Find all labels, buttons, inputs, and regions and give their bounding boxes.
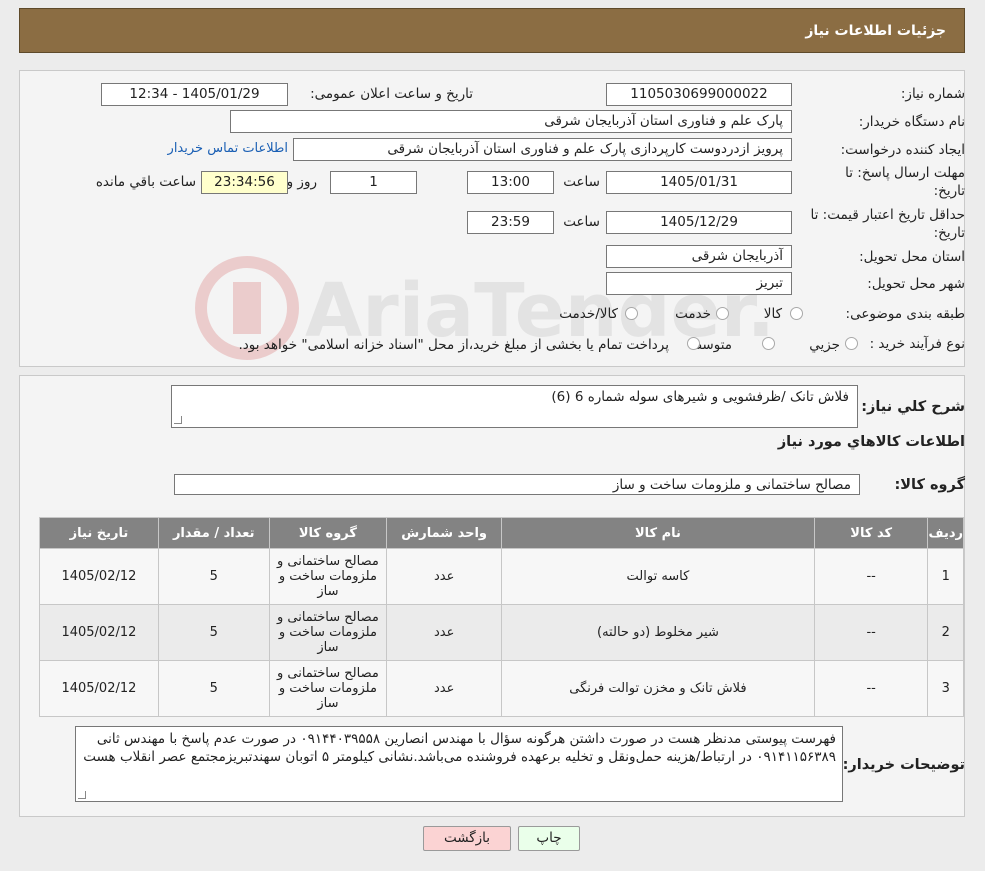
validity-date-field: 1405/12/29 <box>606 211 792 234</box>
cell-item-name: شیر مخلوط (دو حالته) <box>501 604 815 661</box>
buyer-org-field: پارک علم و فناوری استان آذربایجان شرقی <box>230 110 792 133</box>
province-label: استان محل تحویل: <box>859 249 965 265</box>
col-header-need-date: تاریخ نیاز <box>39 517 159 549</box>
cell-unit: عدد <box>386 604 503 661</box>
deadline-label-date: تاریخ: <box>933 183 965 199</box>
category-option-goods: کالا <box>763 306 782 322</box>
days-label: روز و <box>286 174 317 190</box>
cell-group: مصالح ساختمانی و ملزومات ساخت و ساز <box>268 548 388 605</box>
category-radio-goods-service[interactable] <box>625 307 638 320</box>
buyer-contact-link[interactable]: اطلاعات تماس خریدار <box>168 141 288 156</box>
process-radio-minor[interactable] <box>845 337 858 350</box>
process-radio-medium[interactable] <box>762 337 775 350</box>
cell-quantity: 5 <box>157 604 270 661</box>
need-number-field: 1105030699000022 <box>606 83 792 106</box>
city-label: شهر محل تحویل: <box>867 276 965 292</box>
process-label: نوع فرآیند خرید : <box>869 336 965 352</box>
deadline-time-label: ساعت <box>563 174 600 190</box>
cell-item-code: -- <box>813 660 929 717</box>
col-header-item-name: نام کالا <box>501 517 815 549</box>
goods-group-label: گروه کالا: <box>894 477 965 493</box>
deadline-label: مهلت ارسال پاسخ: تا <box>845 165 965 181</box>
print-button[interactable]: چاپ <box>518 826 580 851</box>
remaining-days-field: 1 <box>330 171 417 194</box>
table-row: 3 -- فلاش تانک و مخزن توالت فرنگی عدد مص… <box>39 660 964 717</box>
category-label: طبقه بندی موضوعی: <box>845 306 965 322</box>
col-header-unit: واحد شمارش <box>386 517 503 549</box>
buyer-notes-label: توضیحات خریدار: <box>842 757 965 773</box>
process-option-minor: جزيي <box>809 337 840 353</box>
summary-label: شرح کلي نياز: <box>861 399 965 415</box>
category-radio-goods[interactable] <box>790 307 803 320</box>
col-header-row-number: رديف <box>927 517 964 549</box>
announce-label: تاریخ و ساعت اعلان عمومی: <box>310 86 473 102</box>
cell-unit: عدد <box>386 660 503 717</box>
validity-time-field: 23:59 <box>467 211 554 234</box>
goods-info-title: اطلاعات کالاهاي مورد نياز <box>777 434 965 450</box>
cell-need-date: 1405/02/12 <box>39 548 159 605</box>
cell-group: مصالح ساختمانی و ملزومات ساخت و ساز <box>268 660 388 717</box>
cell-item-name: فلاش تانک و مخزن توالت فرنگی <box>501 660 815 717</box>
cell-quantity: 5 <box>157 660 270 717</box>
cell-row-number: 1 <box>927 548 964 605</box>
validity-label-date: تاریخ: <box>933 225 965 241</box>
summary-text: فلاش تانک /ظرفشویی و شیرهای سوله شماره 6… <box>551 389 849 405</box>
cell-unit: عدد <box>386 548 503 605</box>
process-radio-treasury[interactable] <box>687 337 700 350</box>
resize-handle-icon[interactable] <box>78 791 86 799</box>
cell-item-code: -- <box>813 548 929 605</box>
table-row: 2 -- شیر مخلوط (دو حالته) عدد مصالح ساخت… <box>39 604 964 661</box>
validity-time-label: ساعت <box>563 214 600 230</box>
deadline-time-field: 13:00 <box>467 171 554 194</box>
cell-row-number: 3 <box>927 660 964 717</box>
summary-textarea[interactable]: فلاش تانک /ظرفشویی و شیرهای سوله شماره 6… <box>171 385 858 428</box>
table-row: 1 -- کاسه توالت عدد مصالح ساختمانی و ملز… <box>39 548 964 605</box>
requester-field: پرویز ازدردوست کارپردازی پارک علم و فناو… <box>293 138 792 161</box>
col-header-item-code: کد کالا <box>813 517 929 549</box>
cell-group: مصالح ساختمانی و ملزومات ساخت و ساز <box>268 604 388 661</box>
goods-group-field: مصالح ساختمانی و ملزومات ساخت و ساز <box>174 474 860 495</box>
announce-datetime-field: 1405/01/29 - 12:34 <box>101 83 288 106</box>
table-header-row: رديف کد کالا نام کالا واحد شمارش گروه کا… <box>39 517 964 549</box>
requester-label: ایجاد کننده درخواست: <box>840 142 965 158</box>
cell-item-name: کاسه توالت <box>501 548 815 605</box>
remaining-time-field: 23:34:56 <box>201 171 288 194</box>
category-radio-service[interactable] <box>716 307 729 320</box>
category-option-goods-service: کالا/خدمت <box>559 306 618 322</box>
validity-label: حداقل تاریخ اعتبار قیمت: تا <box>810 207 965 223</box>
cell-need-date: 1405/02/12 <box>39 604 159 661</box>
items-table-wrap: رديف کد کالا نام کالا واحد شمارش گروه کا… <box>39 517 964 717</box>
process-note: پرداخت تمام یا بخشی از مبلغ خرید،از محل … <box>238 337 669 353</box>
cell-item-code: -- <box>813 604 929 661</box>
deadline-date-field: 1405/01/31 <box>606 171 792 194</box>
need-number-label: شماره نیاز: <box>900 86 965 102</box>
col-header-quantity: تعداد / مقدار <box>157 517 270 549</box>
resize-handle-icon[interactable] <box>174 416 182 424</box>
buyer-org-label: نام دستگاه خریدار: <box>858 114 965 130</box>
cell-need-date: 1405/02/12 <box>39 660 159 717</box>
cell-quantity: 5 <box>157 548 270 605</box>
page-header: جزئیات اطلاعات نیاز <box>19 8 965 53</box>
items-table: رديف کد کالا نام کالا واحد شمارش گروه کا… <box>39 517 964 717</box>
province-field: آذربایجان شرقی <box>606 245 792 268</box>
buyer-notes-textarea[interactable]: فهرست پیوستی مدنظر هست در صورت داشتن هرگ… <box>75 726 843 802</box>
city-field: تبریز <box>606 272 792 295</box>
cell-row-number: 2 <box>927 604 964 661</box>
page-title: جزئیات اطلاعات نیاز <box>805 23 946 39</box>
remaining-label: ساعت باقي مانده <box>95 174 196 190</box>
back-button[interactable]: بازگشت <box>423 826 511 851</box>
buyer-notes-text: فهرست پیوستی مدنظر هست در صورت داشتن هرگ… <box>83 731 836 765</box>
col-header-group: گروه کالا <box>268 517 388 549</box>
category-option-service: خدمت <box>675 306 711 322</box>
